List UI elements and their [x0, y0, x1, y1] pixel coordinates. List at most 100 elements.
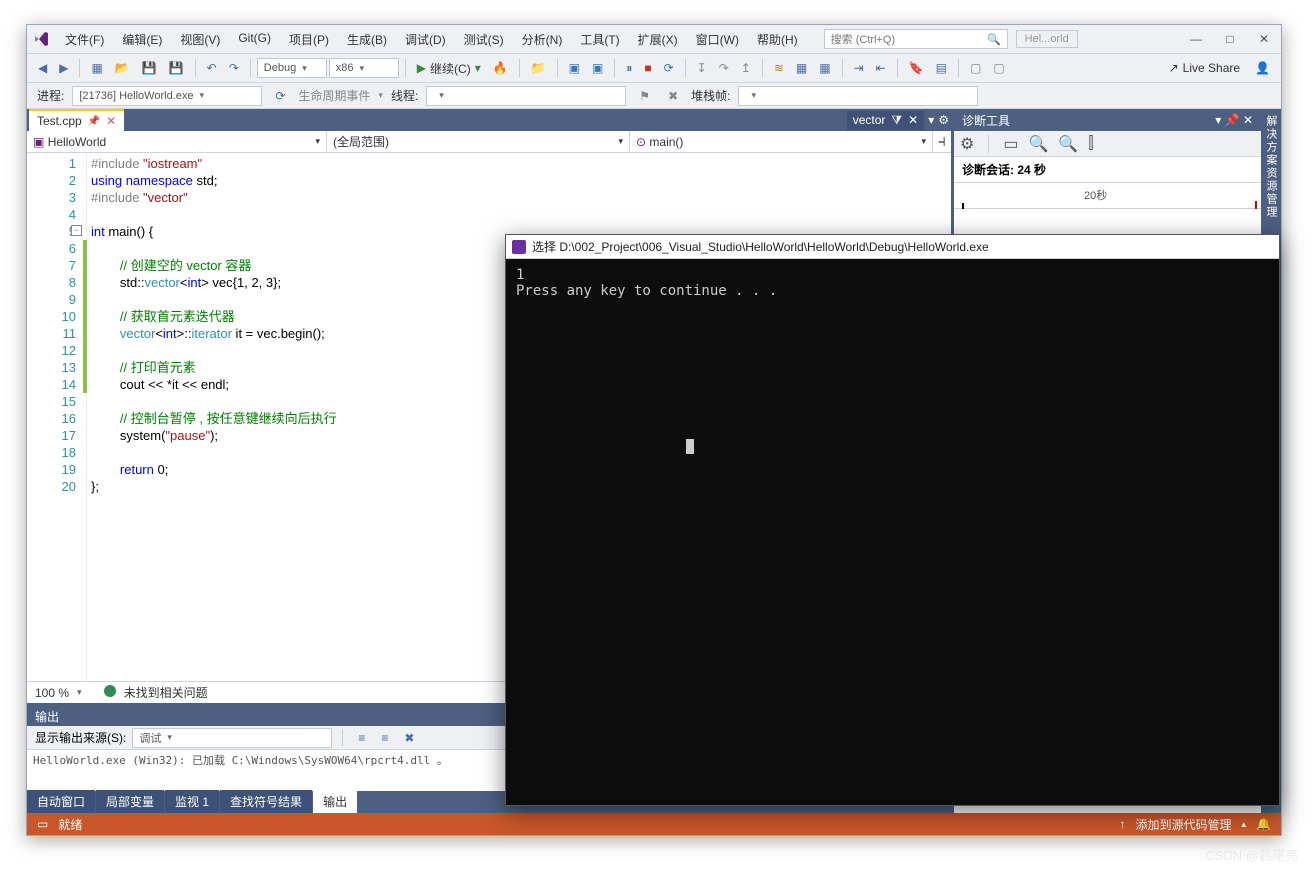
- diag-zoomin-icon[interactable]: 🔍: [1028, 134, 1048, 154]
- thread-tool-icon[interactable]: ⚑: [634, 85, 655, 107]
- status-mode-icon: ▭: [37, 817, 48, 831]
- indent-icon[interactable]: ⇥: [849, 57, 869, 79]
- diag-pin2-icon[interactable]: 📌: [1225, 113, 1240, 127]
- admin-icon[interactable]: 👤: [1250, 57, 1275, 79]
- platform-combo[interactable]: x86▾: [329, 58, 399, 78]
- console-title-bar[interactable]: 选择 D:\002_Project\006_Visual_Studio\Hell…: [506, 235, 1279, 259]
- output-tab[interactable]: 局部变量: [96, 790, 164, 813]
- undo-button[interactable]: ↶: [202, 57, 222, 79]
- menu-item[interactable]: 项目(P): [281, 27, 337, 52]
- menu-item[interactable]: 分析(N): [514, 27, 571, 52]
- stack-label: 堆栈帧:: [691, 87, 730, 104]
- misc2-icon[interactable]: ▦: [791, 57, 812, 79]
- minimize-button[interactable]: —: [1179, 25, 1213, 53]
- diag-graph-icon[interactable]: ⫿: [1088, 135, 1093, 153]
- tab-close-icon[interactable]: ✕: [106, 114, 116, 128]
- menu-item[interactable]: 工具(T): [572, 27, 627, 52]
- misc1-icon[interactable]: ≋: [769, 57, 789, 79]
- close-button[interactable]: ✕: [1247, 25, 1281, 53]
- tool-a-icon[interactable]: ▣: [564, 57, 585, 79]
- live-share-button[interactable]: ↗ Live Share: [1161, 61, 1248, 75]
- menu-item[interactable]: 帮助(H): [749, 27, 806, 52]
- step-over-icon[interactable]: ↷: [714, 57, 734, 79]
- bookmark-icon[interactable]: 🔖: [904, 57, 929, 79]
- diag-gear-icon[interactable]: ⚙: [960, 134, 974, 154]
- menu-item[interactable]: 窗口(W): [688, 27, 747, 52]
- diag-zoomout-icon[interactable]: 🔍: [1058, 134, 1078, 154]
- diag-pin-icon[interactable]: ▾: [1215, 113, 1221, 127]
- out-tool1-icon[interactable]: ≡: [353, 727, 370, 749]
- thread-label: 线程:: [391, 87, 418, 104]
- box2-icon[interactable]: ▢: [988, 57, 1009, 79]
- gear-icon[interactable]: ⚙: [938, 113, 949, 127]
- menu-item[interactable]: 文件(F): [57, 27, 112, 52]
- step-out-icon[interactable]: ↥: [736, 57, 756, 79]
- stack-combo[interactable]: ▾: [738, 86, 978, 106]
- continue-button[interactable]: ▶ 继续(C) ▾: [412, 56, 486, 81]
- diag-chart-icon[interactable]: ▭: [1003, 134, 1018, 154]
- nav-search-pill[interactable]: vector ⧩ ✕: [847, 111, 924, 130]
- document-tab[interactable]: Test.cpp 📌 ✕: [29, 109, 124, 131]
- redo-button[interactable]: ↷: [224, 57, 244, 79]
- bell-icon[interactable]: 🔔: [1256, 817, 1271, 831]
- diag-timeline[interactable]: 20秒: [954, 183, 1261, 209]
- out-tool3-icon[interactable]: ✖: [399, 727, 419, 749]
- pin-icon[interactable]: 📌: [88, 116, 100, 127]
- nav-back-button[interactable]: ◀: [33, 57, 52, 79]
- restart-icon[interactable]: ⟳: [659, 57, 679, 79]
- search-box[interactable]: 搜索 (Ctrl+Q) 🔍: [824, 29, 1008, 49]
- menu-item[interactable]: 视图(V): [172, 27, 228, 52]
- pill-close-icon[interactable]: ✕: [908, 113, 918, 127]
- stop-icon[interactable]: ■: [639, 57, 656, 79]
- menu-item[interactable]: Git(G): [230, 27, 279, 52]
- tool-b-icon[interactable]: ▣: [587, 57, 608, 79]
- scope-function[interactable]: ⊙ main()▾: [630, 131, 933, 152]
- scope-global[interactable]: (全局范围)▾: [327, 131, 630, 152]
- save-all-button[interactable]: 💾: [164, 57, 189, 79]
- new-button[interactable]: ▦: [86, 57, 107, 79]
- folder-icon[interactable]: 📁: [526, 57, 551, 79]
- open-button[interactable]: 📂: [110, 57, 135, 79]
- nav-fwd-button[interactable]: ▶: [54, 57, 73, 79]
- pause-icon[interactable]: ⏸: [621, 57, 637, 80]
- box1-icon[interactable]: ▢: [965, 57, 986, 79]
- config-combo[interactable]: Debug▾: [257, 58, 327, 78]
- output-tab[interactable]: 查找符号结果: [220, 790, 312, 813]
- zoom-level[interactable]: 100 %: [35, 686, 69, 700]
- step-into-icon[interactable]: ↧: [692, 57, 712, 79]
- menu-item[interactable]: 测试(S): [456, 27, 512, 52]
- diag-close-icon[interactable]: ✕: [1243, 113, 1253, 127]
- scope-project[interactable]: ▣ HelloWorld▾: [27, 131, 327, 152]
- misc3-icon[interactable]: ▦: [814, 57, 835, 79]
- output-src-combo[interactable]: 调试▾: [132, 728, 332, 748]
- dropdown-icon[interactable]: ▾: [928, 113, 934, 127]
- outdent-icon[interactable]: ⇤: [871, 57, 891, 79]
- menu-item[interactable]: 编辑(E): [114, 27, 170, 52]
- project-pill[interactable]: Hel...orld: [1016, 30, 1078, 48]
- menu-item[interactable]: 调试(D): [397, 27, 454, 52]
- menu-item[interactable]: 生成(B): [339, 27, 395, 52]
- thread-tool2-icon[interactable]: ✖: [663, 85, 683, 107]
- output-tab[interactable]: 输出: [313, 790, 357, 813]
- save-button[interactable]: 💾: [137, 57, 162, 79]
- process-combo[interactable]: [21736] HelloWorld.exe▾: [72, 86, 262, 106]
- diag-header: 诊断工具 ▾ 📌 ✕: [954, 109, 1261, 131]
- scm-up-icon: ↑: [1120, 817, 1126, 831]
- output-tab[interactable]: 自动窗口: [27, 790, 95, 813]
- live-share-icon: ↗: [1169, 61, 1179, 75]
- process-label: 进程:: [37, 87, 64, 104]
- hot-reload-icon[interactable]: 🔥: [488, 57, 513, 79]
- lifecycle-icon[interactable]: ⟳: [270, 85, 290, 107]
- scm-label[interactable]: 添加到源代码管理: [1136, 816, 1232, 833]
- maximize-button[interactable]: □: [1213, 25, 1247, 53]
- out-tool2-icon[interactable]: ≡: [376, 727, 393, 749]
- comment-icon[interactable]: ▤: [931, 57, 952, 79]
- split-icon[interactable]: ⫞: [933, 131, 951, 152]
- diag-title: 诊断工具: [962, 112, 1010, 129]
- menu-item[interactable]: 扩展(X): [630, 27, 686, 52]
- output-tab[interactable]: 监视 1: [165, 790, 219, 813]
- tab-filename: Test.cpp: [37, 114, 82, 128]
- search-icon: 🔍: [987, 33, 1001, 46]
- console-body[interactable]: 1 Press any key to continue . . .: [506, 259, 1279, 805]
- thread-combo[interactable]: ▾: [426, 86, 626, 106]
